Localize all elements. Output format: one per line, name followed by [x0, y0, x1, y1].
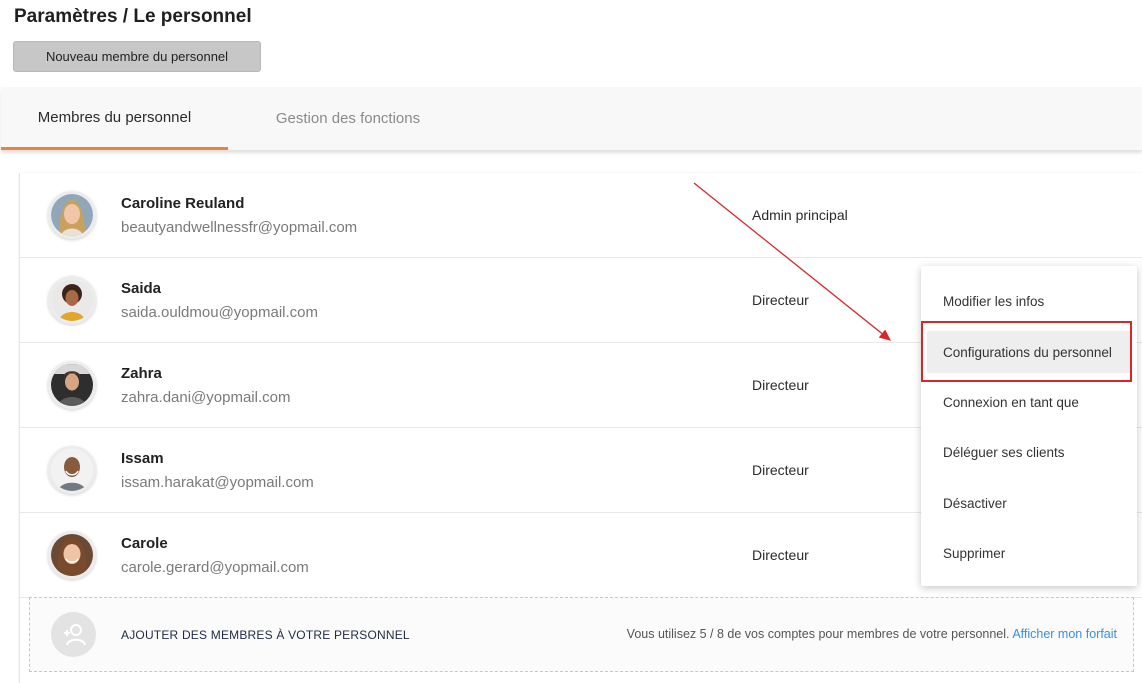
add-members-label: AJOUTER DES MEMBRES À VOTRE PERSONNEL [121, 628, 410, 642]
staff-email: issam.harakat@yopmail.com [121, 474, 314, 491]
menu-item-delegate-clients[interactable]: Déléguer ses clients [927, 431, 1131, 473]
staff-email: saida.ouldmou@yopmail.com [121, 304, 318, 321]
staff-role: Directeur [752, 462, 809, 478]
annotation-highlight-box [921, 321, 1132, 382]
staff-role: Directeur [752, 292, 809, 308]
staff-role: Admin principal [752, 207, 848, 223]
staff-email: carole.gerard@yopmail.com [121, 559, 309, 576]
new-staff-member-button[interactable]: Nouveau membre du personnel [13, 41, 261, 72]
avatar [48, 276, 96, 324]
menu-item-delete[interactable]: Supprimer [927, 532, 1131, 574]
staff-email: beautyandwellnessfr@yopmail.com [121, 219, 358, 236]
add-user-icon [51, 612, 96, 657]
staff-context-menu: Modifier les infos Configurations du per… [921, 266, 1137, 586]
tab-bar: Membres du personnel Gestion des fonctio… [1, 87, 1142, 150]
staff-name: Carole [121, 535, 168, 552]
page-title: Paramètres / Le personnel [14, 6, 252, 27]
staff-email: zahra.dani@yopmail.com [121, 389, 291, 406]
menu-item-edit-info[interactable]: Modifier les infos [927, 280, 1131, 322]
menu-item-login-as[interactable]: Connexion en tant que [927, 381, 1131, 423]
staff-role: Directeur [752, 547, 809, 563]
tab-staff-members[interactable]: Membres du personnel [1, 87, 228, 150]
account-usage-text: Vous utilisez 5 / 8 de vos comptes pour … [627, 627, 1117, 641]
avatar [48, 361, 96, 409]
avatar [48, 531, 96, 579]
staff-name: Caroline Reuland [121, 195, 245, 212]
staff-role: Directeur [752, 377, 809, 393]
avatar [48, 191, 96, 239]
staff-row[interactable]: Caroline Reuland beautyandwellnessfr@yop… [20, 173, 1142, 258]
staff-name: Issam [121, 450, 164, 467]
avatar [48, 446, 96, 494]
usage-text: Vous utilisez 5 / 8 de vos comptes pour … [626, 627, 1010, 641]
staff-name: Saida [121, 280, 162, 297]
show-plan-link[interactable]: Afficher mon forfait [1012, 627, 1117, 641]
add-members-banner[interactable]: AJOUTER DES MEMBRES À VOTRE PERSONNEL Vo… [29, 597, 1134, 672]
staff-name: Zahra [121, 365, 162, 382]
tab-function-management[interactable]: Gestion des fonctions [248, 87, 448, 150]
menu-item-deactivate[interactable]: Désactiver [927, 482, 1131, 524]
